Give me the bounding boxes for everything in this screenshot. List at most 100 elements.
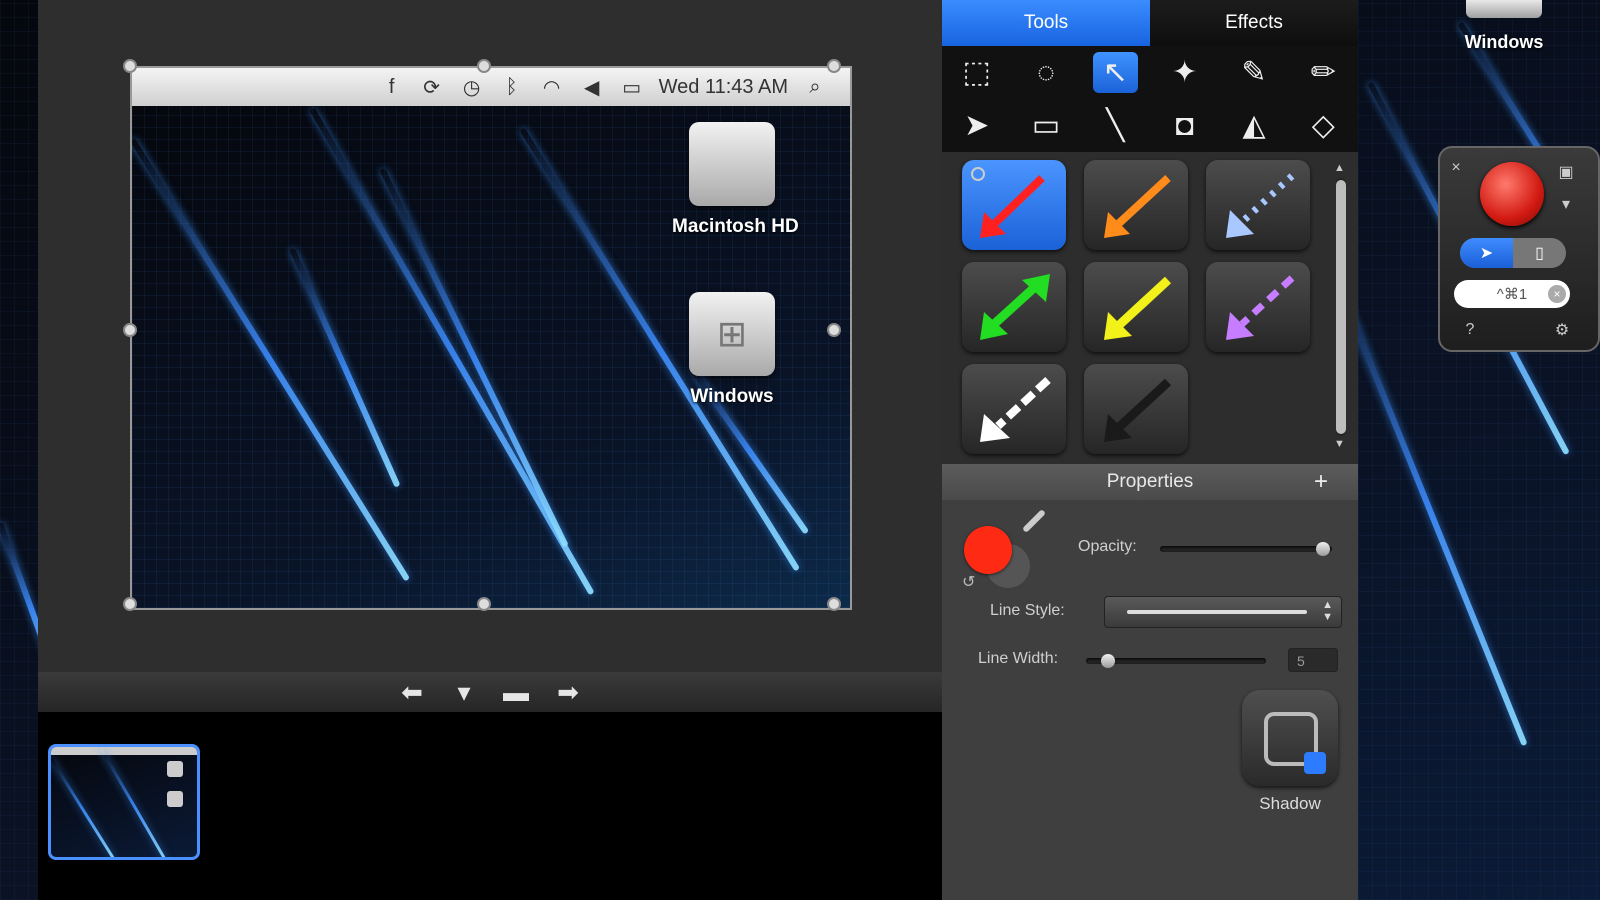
facebook-icon[interactable]: f xyxy=(379,74,405,100)
scroll-up-icon[interactable]: ▲ xyxy=(1334,162,1345,174)
lasso-icon[interactable]: ◌ xyxy=(1011,46,1080,99)
line-style-select[interactable]: ▲ ▼ xyxy=(1104,596,1342,628)
scroll-down-icon[interactable]: ▼ xyxy=(1334,438,1345,450)
arrow-style-red[interactable] xyxy=(962,160,1066,250)
thumbnail-menubar xyxy=(51,747,197,755)
resize-handle[interactable] xyxy=(827,323,841,337)
line-width-knob[interactable] xyxy=(1100,654,1115,668)
capture-mode-toggle[interactable]: ➤ ▯ xyxy=(1460,238,1566,268)
properties-header: Properties + xyxy=(942,464,1358,500)
arrow-style-green-double[interactable] xyxy=(962,262,1066,352)
thumbnail-streak xyxy=(99,747,168,857)
line-width-label: Line Width: xyxy=(978,650,1059,667)
fill-icon[interactable]: ◭ xyxy=(1219,99,1288,152)
resize-handle[interactable] xyxy=(477,59,491,73)
next-arrow-icon[interactable]: ➡ xyxy=(550,677,586,707)
resize-handle[interactable] xyxy=(827,597,841,611)
arrow-style-orange[interactable] xyxy=(1084,160,1188,250)
arrow-style-purple-dashed[interactable] xyxy=(1206,262,1310,352)
spotlight-search-icon[interactable]: ⌕ xyxy=(802,74,828,100)
save-to-disk-icon[interactable]: ▾ xyxy=(446,677,482,707)
navigation-bar: ⬅ ▾ ▬ ➡ xyxy=(38,672,942,712)
battery-icon[interactable]: ▭ xyxy=(619,74,645,100)
add-icon[interactable]: + xyxy=(1314,468,1328,496)
window-mode-icon[interactable]: ▣ xyxy=(1554,160,1578,184)
primary-color-swatch[interactable] xyxy=(964,526,1012,574)
rectangle-select-icon[interactable]: ⬚ xyxy=(942,46,1011,99)
editor-canvas: f ⟳ ◷ ᛒ ◠ ◀ ▭ Wed 11:43 AM ⌕ Macintosh H… xyxy=(38,0,942,672)
crop-icon[interactable]: ◘ xyxy=(1150,99,1219,152)
line-style-preview xyxy=(1127,610,1307,614)
capture-widget: × ▣ ▾ ➤ ▯ ^⌘1 × ? ⚙ xyxy=(1438,146,1600,352)
windows-disk[interactable]: ⊞ Windows xyxy=(672,292,792,408)
tab-effects[interactable]: Effects xyxy=(1150,0,1358,46)
apple-logo-icon xyxy=(689,122,775,206)
cursor-mode-icon[interactable]: ➤ xyxy=(1460,238,1513,268)
wifi-icon[interactable]: ◠ xyxy=(539,74,565,100)
macintosh-hd-disk[interactable]: Macintosh HD xyxy=(672,122,799,238)
desktop-windows-disk[interactable]: Windows xyxy=(1454,0,1554,53)
clear-shortcut-icon[interactable]: × xyxy=(1548,285,1566,303)
arrow-white-icon xyxy=(980,377,1051,442)
chevron-down-icon[interactable]: ▾ xyxy=(1554,192,1578,216)
menubar-clock[interactable]: Wed 11:43 AM xyxy=(659,76,788,99)
arrow-style-grid: ▲ ▼ xyxy=(942,152,1358,464)
pen-icon[interactable]: ✎ xyxy=(1219,46,1288,99)
arrow-red-icon xyxy=(971,167,1045,238)
shortcut-value: ^⌘1 xyxy=(1496,286,1528,303)
star-select-icon[interactable]: ✦ xyxy=(1150,46,1219,99)
bluetooth-icon[interactable]: ᛒ xyxy=(499,74,525,100)
line-style-label: Line Style: xyxy=(990,602,1065,619)
volume-icon[interactable]: ◀ xyxy=(579,74,605,100)
properties-title: Properties xyxy=(1106,471,1194,492)
rectangle-icon[interactable]: ▭ xyxy=(1011,99,1080,152)
line-icon[interactable]: ╲ xyxy=(1081,99,1150,152)
opacity-slider[interactable] xyxy=(1160,542,1332,556)
eraser-icon[interactable]: ◇ xyxy=(1289,99,1358,152)
arrow-style-yellow[interactable] xyxy=(1084,262,1188,352)
opacity-knob[interactable] xyxy=(1316,542,1331,556)
sync-icon[interactable]: ⟳ xyxy=(419,74,445,100)
resize-handle[interactable] xyxy=(123,59,137,73)
scroll-thumb[interactable] xyxy=(1336,180,1346,434)
arrow-style-white-dashed[interactable] xyxy=(962,364,1066,454)
disk-label: Windows xyxy=(690,386,774,407)
select-arrows-icon: ▲ ▼ xyxy=(1322,599,1333,623)
filmstrip xyxy=(38,712,942,900)
opacity-label: Opacity: xyxy=(1078,538,1137,555)
line-width-slider[interactable] xyxy=(1086,654,1266,668)
arrow-yellow-icon xyxy=(1104,276,1172,340)
arrow-style-dotted[interactable] xyxy=(1206,160,1310,250)
arrow-double-icon xyxy=(980,274,1050,340)
close-icon[interactable]: × xyxy=(1444,156,1468,180)
styles-scrollbar[interactable]: ▲ ▼ xyxy=(1334,162,1348,452)
arrow-style-black[interactable] xyxy=(1084,364,1188,454)
screenshot-image[interactable]: f ⟳ ◷ ᛒ ◠ ◀ ▭ Wed 11:43 AM ⌕ Macintosh H… xyxy=(130,66,852,610)
clipboard-mode-icon[interactable]: ▯ xyxy=(1513,238,1566,268)
pointer-icon[interactable]: ➤ xyxy=(942,99,1011,152)
tab-tools[interactable]: Tools xyxy=(942,0,1150,46)
app-window: f ⟳ ◷ ᛒ ◠ ◀ ▭ Wed 11:43 AM ⌕ Macintosh H… xyxy=(38,0,1358,900)
shortcut-field[interactable]: ^⌘1 × xyxy=(1454,280,1570,308)
time-machine-icon[interactable]: ◷ xyxy=(459,74,485,100)
eyedropper-icon[interactable] xyxy=(1021,508,1047,534)
tool-palette: ⬚ ◌ ↖ ✦ ✎ ✏ ➤ ▭ ╲ ◘ ◭ ◇ xyxy=(942,46,1358,152)
arrow-dotted-icon xyxy=(1226,173,1295,238)
swap-colors-icon[interactable]: ↺ xyxy=(962,572,975,592)
resize-handle[interactable] xyxy=(123,323,137,337)
gear-icon[interactable]: ⚙ xyxy=(1550,318,1574,342)
arrow-tool-icon[interactable]: ↖ xyxy=(1092,52,1138,93)
pencil-icon[interactable]: ✏ xyxy=(1289,46,1358,99)
shadow-button[interactable] xyxy=(1242,690,1338,786)
help-icon[interactable]: ? xyxy=(1458,318,1482,342)
resize-handle[interactable] xyxy=(123,597,137,611)
resize-handle[interactable] xyxy=(827,59,841,73)
capture-thumbnail[interactable] xyxy=(48,744,200,860)
arrow-orange-icon xyxy=(1104,175,1171,238)
line-width-field[interactable]: 5 xyxy=(1288,648,1338,672)
windows-logo-icon: ⊞ xyxy=(689,292,775,376)
previous-arrow-icon[interactable]: ⬅ xyxy=(394,677,430,707)
folder-icon[interactable]: ▬ xyxy=(498,677,534,707)
capture-button[interactable] xyxy=(1480,162,1544,226)
resize-handle[interactable] xyxy=(477,597,491,611)
